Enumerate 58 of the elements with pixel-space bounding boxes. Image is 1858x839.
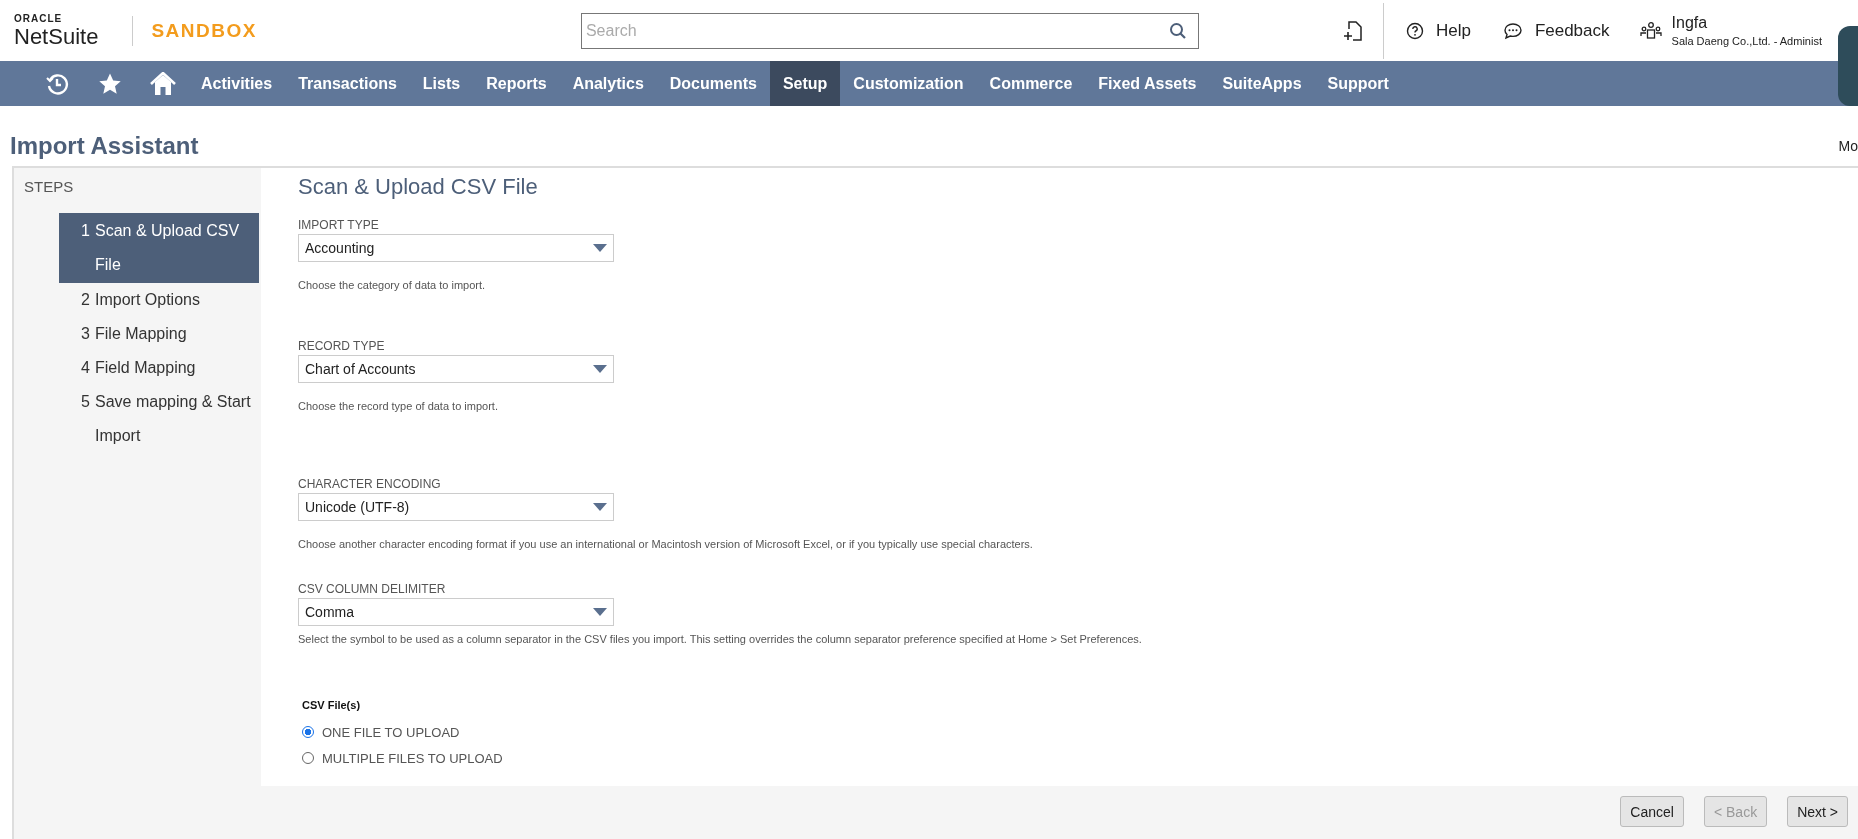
- nav-tab[interactable]: Transactions: [285, 61, 410, 106]
- recent-icon[interactable]: [44, 71, 69, 96]
- radio-option[interactable]: MULTIPLE FILES TO UPLOAD: [302, 745, 503, 771]
- more-link[interactable]: Mo: [1838, 138, 1858, 154]
- field-label: CSV File(s): [302, 699, 362, 711]
- nav-tab[interactable]: Support: [1314, 61, 1402, 106]
- step-item[interactable]: 4 Field Mapping: [59, 351, 259, 385]
- nav-tab[interactable]: Analytics: [559, 61, 657, 106]
- help-text: Choose the record type of data to import.: [298, 400, 499, 412]
- feedback-icon[interactable]: [1502, 21, 1523, 40]
- radio-button[interactable]: [302, 726, 314, 738]
- caret-icon[interactable]: [593, 244, 607, 252]
- form-heading: Scan & Upload CSV File: [298, 174, 539, 200]
- search-field[interactable]: Search: [580, 12, 1199, 49]
- user-name[interactable]: Ingfa: [1671, 14, 1822, 32]
- help-icon[interactable]: [1405, 21, 1424, 40]
- caret-icon[interactable]: [593, 608, 607, 616]
- dropdown[interactable]: Accounting: [298, 234, 614, 262]
- radio-option[interactable]: ONE FILE TO UPLOAD: [302, 719, 460, 745]
- page-title: Import Assistant: [10, 132, 199, 160]
- dropdown[interactable]: Unicode (UTF-8): [298, 493, 614, 521]
- dropdown[interactable]: Comma: [298, 598, 614, 626]
- nav-tab[interactable]: Fixed Assets: [1085, 61, 1210, 106]
- nav-tab[interactable]: Commerce: [976, 61, 1086, 106]
- nav-tab[interactable]: Documents: [656, 61, 770, 106]
- step-item[interactable]: 1 Scan & Upload CSV File: [59, 213, 259, 283]
- home-icon[interactable]: [149, 71, 176, 96]
- field-label: IMPORT TYPE: [298, 218, 380, 232]
- search-icon[interactable]: [1168, 21, 1187, 40]
- nav-tab[interactable]: Lists: [409, 61, 474, 106]
- help-text: Choose the category of data to import.: [298, 279, 487, 291]
- caret-icon[interactable]: [593, 503, 607, 511]
- field-label: CSV COLUMN DELIMITER: [298, 582, 447, 596]
- user-role[interactable]: Sala Daeng Co.,Ltd. - Administ: [1671, 35, 1822, 47]
- wizard-button[interactable]: Next >: [1787, 796, 1848, 827]
- nav-tab[interactable]: Setup: [769, 61, 841, 106]
- feedback-link[interactable]: Feedback: [1534, 20, 1610, 41]
- netsuite-logo[interactable]: ORACLE NetSuite: [14, 13, 99, 48]
- nav-tab[interactable]: Reports: [473, 61, 560, 106]
- field-label: CHARACTER ENCODING: [298, 477, 442, 491]
- nav-tab[interactable]: Activities: [188, 61, 286, 106]
- nav-tab[interactable]: Customization: [840, 61, 977, 106]
- environment-label: SANDBOX: [151, 19, 257, 42]
- field-label: RECORD TYPE: [298, 339, 386, 353]
- floating-widget[interactable]: [1838, 26, 1858, 106]
- users-icon[interactable]: [1639, 20, 1662, 41]
- step-item[interactable]: 5 Save mapping & Start Import: [59, 385, 259, 453]
- step-item[interactable]: 2 Import Options: [59, 283, 259, 317]
- help-text: Select the symbol to be used as a column separator in the CSV files you import. This setting overrides the column separator preference specified at Home > Set Preferences.: [298, 633, 1143, 645]
- dropdown[interactable]: Chart of Accounts: [298, 355, 614, 383]
- step-item[interactable]: 3 File Mapping: [59, 317, 259, 351]
- wizard-button[interactable]: Cancel: [1620, 796, 1684, 827]
- nav-tab[interactable]: SuiteApps: [1209, 61, 1315, 106]
- caret-icon[interactable]: [593, 365, 607, 373]
- help-link[interactable]: Help: [1435, 20, 1471, 41]
- add-document-icon[interactable]: [1342, 19, 1363, 42]
- help-text: Choose another character encoding format if you use an international or Macintosh version of Microsoft Excel, or if you typically use special characters.: [298, 538, 1034, 550]
- steps-heading: STEPS: [23, 178, 75, 195]
